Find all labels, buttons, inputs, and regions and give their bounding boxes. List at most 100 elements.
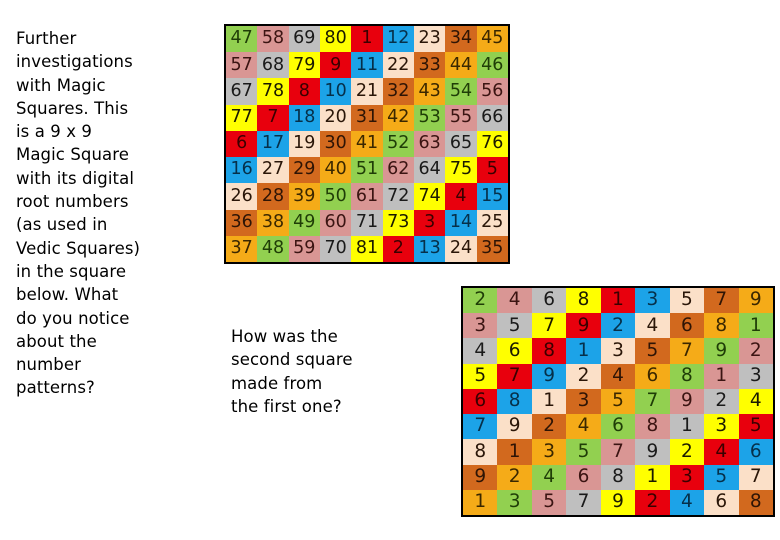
- grid-cell: 6: [738, 439, 773, 465]
- question-paragraph: How was the second square made from the …: [231, 327, 353, 416]
- grid-cell: 3: [635, 288, 670, 314]
- grid-cell: 3: [463, 313, 498, 339]
- grid-cell: 48: [257, 235, 289, 262]
- grid-row: 579246813: [463, 363, 773, 389]
- grid-cell: 2: [566, 363, 601, 389]
- grid-cell: 28: [257, 183, 289, 210]
- grid-row: 6 17 19 30 41 52 63 65 76: [226, 130, 508, 158]
- grid-cell: 6: [600, 414, 636, 440]
- grid-cell: 29: [288, 157, 320, 184]
- grid-cell: 6: [635, 363, 670, 389]
- grid-cell: 6: [497, 338, 532, 364]
- grid-cell: 3: [497, 489, 532, 515]
- grid-cell: 2: [704, 388, 739, 415]
- grid-cell: 8: [600, 464, 636, 490]
- grid-row: 37 48 59 70 81 2 13 24 35: [226, 235, 508, 262]
- grid-cell: 26: [226, 183, 258, 210]
- grid-cell: 9: [600, 489, 636, 515]
- grid-cell: 75: [445, 157, 477, 184]
- grid-cell: 35: [476, 235, 508, 262]
- grid-cell: 3: [566, 388, 601, 415]
- grid-cell: 80: [319, 26, 352, 53]
- grid-cell: 6: [669, 313, 705, 339]
- grid-cell: 1: [497, 439, 532, 465]
- grid-cell: 4: [704, 439, 739, 465]
- grid-cell: 3: [704, 414, 739, 440]
- grid-cell: 7: [566, 489, 601, 515]
- grid-cell: 11: [351, 52, 383, 79]
- grid-cell: 54: [445, 78, 477, 105]
- grid-cell: 34: [445, 26, 477, 53]
- grid-cell: 1: [566, 338, 601, 364]
- grid-cell: 17: [257, 130, 289, 158]
- grid-cell: 4: [566, 414, 601, 440]
- grid-cell: 13: [413, 235, 446, 262]
- grid-cell: 44: [445, 52, 477, 79]
- grid-row: 246813579: [463, 288, 773, 314]
- grid-cell: 1: [531, 388, 567, 415]
- grid-cell: 4: [497, 288, 532, 314]
- grid-cell: 9: [635, 439, 670, 465]
- grid-cell: 64: [413, 157, 446, 184]
- grid-cell: 37: [226, 235, 258, 262]
- grid-cell: 60: [319, 209, 352, 236]
- grid-cell: 4: [531, 464, 567, 490]
- grid-cell: 7: [669, 338, 705, 364]
- grid-cell: 52: [382, 130, 414, 158]
- grid-cell: 7: [463, 414, 498, 440]
- grid-cell: 5: [600, 388, 636, 415]
- grid-cell: 2: [669, 439, 705, 465]
- grid-cell: 49: [288, 209, 320, 236]
- grid-cell: 6: [531, 288, 567, 314]
- grid-cell: 3: [531, 439, 567, 465]
- grid-cell: 8: [704, 313, 739, 339]
- grid-cell: 42: [382, 104, 414, 131]
- grid-cell: 21: [351, 78, 383, 105]
- grid-cell: 8: [497, 388, 532, 415]
- grid-cell: 68: [257, 52, 289, 79]
- grid-cell: 12: [382, 26, 414, 53]
- grid-cell: 1: [635, 464, 670, 490]
- grid-row: 924681357: [463, 464, 773, 490]
- grid-row: 681357924: [463, 388, 773, 415]
- grid-cell: 7: [257, 104, 289, 131]
- grid-cell: 5: [669, 288, 705, 314]
- grid-cell: 2: [738, 338, 773, 364]
- grid-cell: 8: [531, 338, 567, 364]
- grid-cell: 5: [531, 489, 567, 515]
- grid-cell: 2: [531, 414, 567, 440]
- grid-cell: 7: [497, 363, 532, 389]
- grid-cell: 24: [445, 235, 477, 262]
- grid-cell: 19: [288, 130, 320, 158]
- grid-cell: 25: [476, 209, 508, 236]
- grid-cell: 1: [738, 313, 773, 339]
- grid-cell: 32: [382, 78, 414, 105]
- grid-cell: 4: [600, 363, 636, 389]
- grid-cell: 50: [319, 183, 352, 210]
- grid-cell: 1: [669, 414, 705, 440]
- grid-cell: 67: [226, 78, 258, 105]
- grid-cell: 56: [476, 78, 508, 105]
- grid-cell: 8: [288, 78, 320, 105]
- grid-cell: 8: [635, 414, 670, 440]
- grid-row: 16 27 29 40 51 62 64 75 5: [226, 157, 508, 184]
- grid-cell: 39: [288, 183, 320, 210]
- grid-row: 57 68 79 9 11 22 33 44 46: [226, 52, 508, 79]
- grid-cell: 6: [463, 388, 498, 415]
- grid-cell: 18: [288, 104, 320, 131]
- grid-cell: 55: [445, 104, 477, 131]
- grid-cell: 79: [288, 52, 320, 79]
- grid-cell: 5: [635, 338, 670, 364]
- grid-cell: 73: [382, 209, 414, 236]
- grid-cell: 61: [351, 183, 383, 210]
- grid-cell: 1: [600, 288, 636, 314]
- grid-cell: 71: [351, 209, 383, 236]
- grid-cell: 31: [351, 104, 383, 131]
- grid-cell: 7: [635, 388, 670, 415]
- grid-cell: 7: [738, 464, 773, 490]
- grid-cell: 3: [669, 464, 705, 490]
- grid-cell: 58: [257, 26, 289, 53]
- grid-cell: 62: [382, 157, 414, 184]
- grid-cell: 9: [463, 464, 498, 490]
- grid-cell: 27: [257, 157, 289, 184]
